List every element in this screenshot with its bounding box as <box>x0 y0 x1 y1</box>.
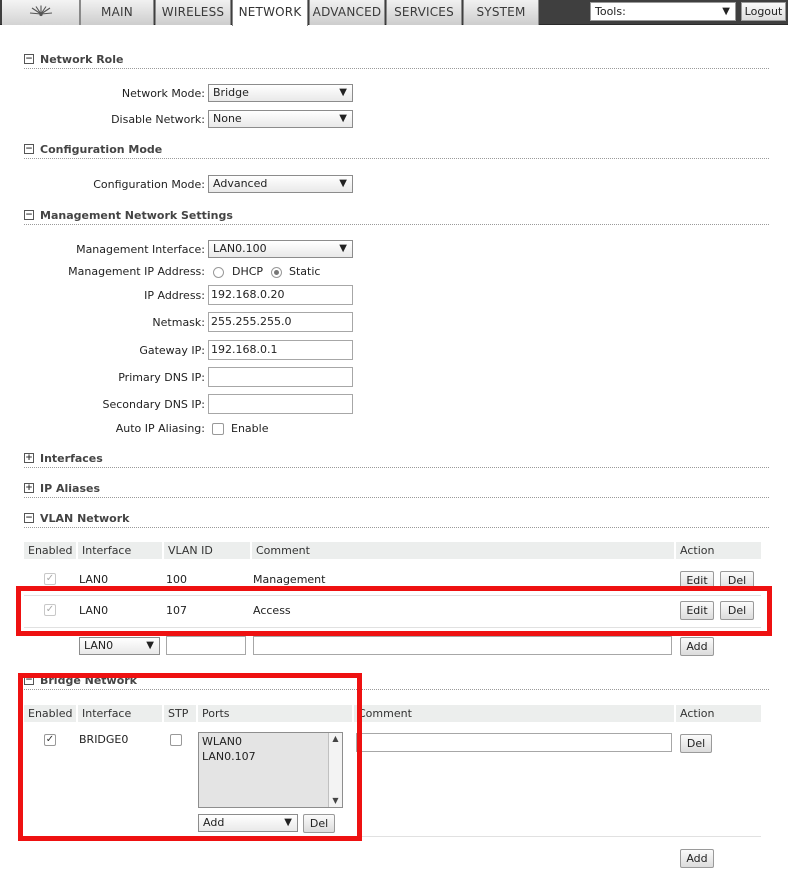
section-title: Configuration Mode <box>40 143 163 156</box>
vlan-table-header: Enabled Interface VLAN ID Comment Action <box>24 542 761 559</box>
network-mode-label: Network Mode: <box>121 87 205 100</box>
static-radio[interactable] <box>271 267 282 278</box>
col-comment: Comment <box>250 542 674 559</box>
tools-dropdown[interactable]: Tools: ▼ <box>590 2 736 21</box>
logo-tab[interactable] <box>2 0 80 25</box>
section-management-network[interactable]: − Management Network Settings <box>24 209 769 225</box>
management-interface-select[interactable]: LAN0.100 ▼ <box>208 240 353 258</box>
highlight-box-vlan-row <box>16 586 772 636</box>
tab-network[interactable]: NETWORK <box>232 0 308 26</box>
auto-ip-aliasing-label: Auto IP Aliasing: <box>115 422 205 435</box>
col-comment: Comment <box>352 705 674 722</box>
configuration-mode-label: Configuration Mode: <box>93 178 205 191</box>
netmask-label: Netmask: <box>152 316 205 329</box>
configuration-mode-select[interactable]: Advanced ▼ <box>208 175 353 193</box>
network-mode-value: Bridge <box>213 86 249 99</box>
vlan-row-vlan-id: 100 <box>166 573 187 586</box>
col-action: Action <box>674 542 761 559</box>
disable-network-select[interactable]: None ▼ <box>208 110 353 128</box>
gateway-ip-label: Gateway IP: <box>139 344 205 357</box>
vlan-row-enabled-checkbox[interactable]: ✓ <box>44 573 56 585</box>
dropdown-arrow-icon: ▼ <box>339 113 347 124</box>
disable-network-value: None <box>213 112 242 125</box>
section-interfaces[interactable]: + Interfaces <box>24 452 769 468</box>
auto-ip-aliasing-enable-label: Enable <box>231 422 269 435</box>
collapse-icon[interactable]: − <box>24 513 34 523</box>
management-ip-address-label: Management IP Address: <box>68 265 205 278</box>
section-network-role[interactable]: − Network Role <box>24 53 769 69</box>
tools-dropdown-label: Tools: <box>595 5 626 18</box>
section-title: Network Role <box>40 53 124 66</box>
vlan-new-id-input[interactable] <box>166 636 246 655</box>
section-ip-aliases[interactable]: + IP Aliases <box>24 482 769 498</box>
dropdown-arrow-icon: ▼ <box>339 178 347 189</box>
collapse-icon[interactable]: − <box>24 210 34 220</box>
section-title: Interfaces <box>40 452 103 465</box>
secondary-dns-input[interactable] <box>208 394 353 414</box>
col-action: Action <box>674 705 761 722</box>
disable-network-label: Disable Network: <box>111 113 205 126</box>
ubiquiti-logo-icon <box>29 5 53 17</box>
static-label: Static <box>289 265 321 278</box>
vlan-add-button[interactable]: Add <box>680 637 714 656</box>
management-interface-value: LAN0.100 <box>213 242 267 255</box>
bridge-comment-input[interactable] <box>356 733 672 752</box>
collapse-icon[interactable]: − <box>24 144 34 154</box>
dropdown-arrow-icon: ▼ <box>722 6 730 17</box>
auto-ip-aliasing-checkbox[interactable] <box>212 423 224 435</box>
col-interface: Interface <box>76 542 162 559</box>
section-configuration-mode[interactable]: − Configuration Mode <box>24 143 769 159</box>
tab-services[interactable]: SERVICES <box>386 0 462 25</box>
col-enabled: Enabled <box>28 544 73 557</box>
section-title: VLAN Network <box>40 512 130 525</box>
tab-advanced[interactable]: ADVANCED <box>309 0 385 25</box>
management-interface-label: Management Interface: <box>76 243 205 256</box>
vlan-row-comment: Management <box>253 573 326 586</box>
dhcp-label: DHCP <box>232 265 264 278</box>
section-title: IP Aliases <box>40 482 101 495</box>
dropdown-arrow-icon: ▼ <box>146 640 154 651</box>
gateway-ip-input[interactable]: 192.168.0.1 <box>208 340 353 360</box>
vlan-new-interface-select[interactable]: LAN0 ▼ <box>79 637 160 655</box>
ip-address-input[interactable]: 192.168.0.20 <box>208 285 353 305</box>
expand-icon[interactable]: + <box>24 483 34 493</box>
vlan-row-interface: LAN0 <box>79 573 109 586</box>
highlight-box-bridge <box>18 673 362 841</box>
tab-wireless[interactable]: WIRELESS <box>155 0 231 25</box>
bridge-add-button[interactable]: Add <box>680 849 714 868</box>
primary-dns-input[interactable] <box>208 367 353 387</box>
collapse-icon[interactable]: − <box>24 54 34 64</box>
netmask-input[interactable]: 255.255.255.0 <box>208 312 353 332</box>
network-mode-select[interactable]: Bridge ▼ <box>208 84 353 102</box>
bridge-del-button[interactable]: Del <box>680 734 712 753</box>
vlan-new-comment-input[interactable] <box>253 636 672 655</box>
vlan-new-interface-value: LAN0 <box>84 639 114 652</box>
secondary-dns-label: Secondary DNS IP: <box>102 398 205 411</box>
dhcp-radio[interactable] <box>213 267 224 278</box>
configuration-mode-value: Advanced <box>213 177 268 190</box>
section-title: Management Network Settings <box>40 209 233 222</box>
col-vlan-id: VLAN ID <box>162 542 250 559</box>
tab-main[interactable]: MAIN <box>80 0 154 25</box>
tab-system[interactable]: SYSTEM <box>463 0 539 25</box>
dropdown-arrow-icon: ▼ <box>339 87 347 98</box>
dropdown-arrow-icon: ▼ <box>339 243 347 254</box>
section-vlan-network[interactable]: − VLAN Network <box>24 512 769 528</box>
primary-dns-label: Primary DNS IP: <box>118 371 205 384</box>
ip-address-label: IP Address: <box>144 289 205 302</box>
expand-icon[interactable]: + <box>24 453 34 463</box>
logout-button[interactable]: Logout <box>741 2 786 21</box>
